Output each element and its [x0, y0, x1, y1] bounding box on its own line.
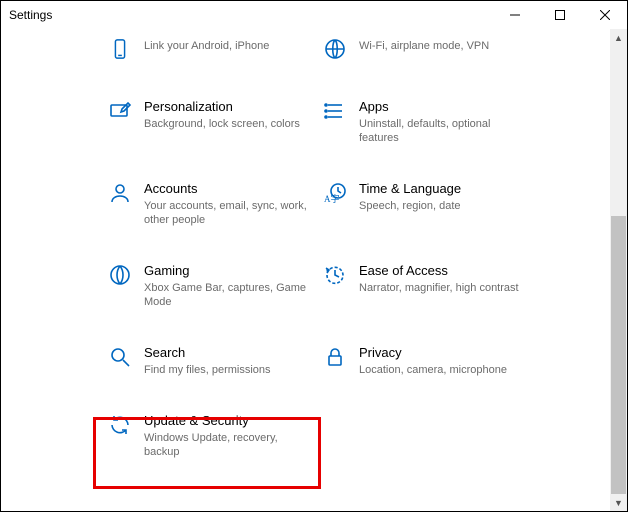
time-icon: A字 [321, 179, 349, 207]
search-icon [106, 343, 134, 371]
tile-update-security[interactable]: Update & Security Windows Update, recove… [106, 407, 321, 463]
tile-title [144, 35, 309, 37]
scroll-down-arrow[interactable]: ▼ [610, 494, 627, 511]
tile-title: Time & Language [359, 179, 524, 197]
title-bar: Settings [1, 1, 627, 29]
apps-icon [321, 97, 349, 125]
personalization-icon [106, 97, 134, 125]
tile-desc: Find my files, permissions [144, 363, 309, 377]
tile-phone[interactable]: Link your Android, iPhone [106, 31, 321, 67]
tile-title: Privacy [359, 343, 524, 361]
tile-desc: Background, lock screen, colors [144, 117, 309, 131]
maximize-button[interactable] [537, 1, 582, 29]
tile-desc: Windows Update, recovery, backup [144, 431, 309, 459]
scroll-thumb[interactable] [611, 216, 626, 494]
close-button[interactable] [582, 1, 627, 29]
scroll-track[interactable] [610, 46, 627, 494]
tile-desc: Your accounts, email, sync, work, other … [144, 199, 309, 227]
tile-desc: Xbox Game Bar, captures, Game Mode [144, 281, 309, 309]
tile-title: Search [144, 343, 309, 361]
tile-network[interactable]: Wi-Fi, airplane mode, VPN [321, 31, 536, 67]
settings-grid: Link your Android, iPhone Wi-Fi, airplan… [106, 31, 610, 463]
scroll-up-arrow[interactable]: ▲ [610, 29, 627, 46]
tile-time-language[interactable]: A字 Time & Language Speech, region, date [321, 175, 536, 231]
vertical-scrollbar[interactable]: ▲ ▼ [610, 29, 627, 511]
tile-gaming[interactable]: Gaming Xbox Game Bar, captures, Game Mod… [106, 257, 321, 313]
tile-personalization[interactable]: Personalization Background, lock screen,… [106, 93, 321, 149]
tile-title: Update & Security [144, 411, 309, 429]
tile-title: Personalization [144, 97, 309, 115]
tile-ease-of-access[interactable]: Ease of Access Narrator, magnifier, high… [321, 257, 536, 313]
ease-icon [321, 261, 349, 289]
window-title: Settings [9, 8, 52, 22]
phone-icon [106, 35, 134, 63]
tile-desc: Uninstall, defaults, optional features [359, 117, 524, 145]
globe-icon [321, 35, 349, 63]
tile-search[interactable]: Search Find my files, permissions [106, 339, 321, 381]
tile-apps[interactable]: Apps Uninstall, defaults, optional featu… [321, 93, 536, 149]
tile-title: Apps [359, 97, 524, 115]
tile-desc: Narrator, magnifier, high contrast [359, 281, 524, 295]
gaming-icon [106, 261, 134, 289]
tile-desc: Link your Android, iPhone [144, 39, 309, 53]
update-icon [106, 411, 134, 439]
tile-desc: Speech, region, date [359, 199, 524, 213]
tile-desc: Wi-Fi, airplane mode, VPN [359, 39, 524, 53]
tile-title: Ease of Access [359, 261, 524, 279]
tile-title: Gaming [144, 261, 309, 279]
svg-text:A字: A字 [324, 193, 340, 204]
tile-desc: Location, camera, microphone [359, 363, 524, 377]
minimize-button[interactable] [492, 1, 537, 29]
tile-privacy[interactable]: Privacy Location, camera, microphone [321, 339, 536, 381]
tile-title [359, 35, 524, 37]
settings-content: Link your Android, iPhone Wi-Fi, airplan… [1, 29, 610, 511]
tile-title: Accounts [144, 179, 309, 197]
person-icon [106, 179, 134, 207]
tile-accounts[interactable]: Accounts Your accounts, email, sync, wor… [106, 175, 321, 231]
lock-icon [321, 343, 349, 371]
